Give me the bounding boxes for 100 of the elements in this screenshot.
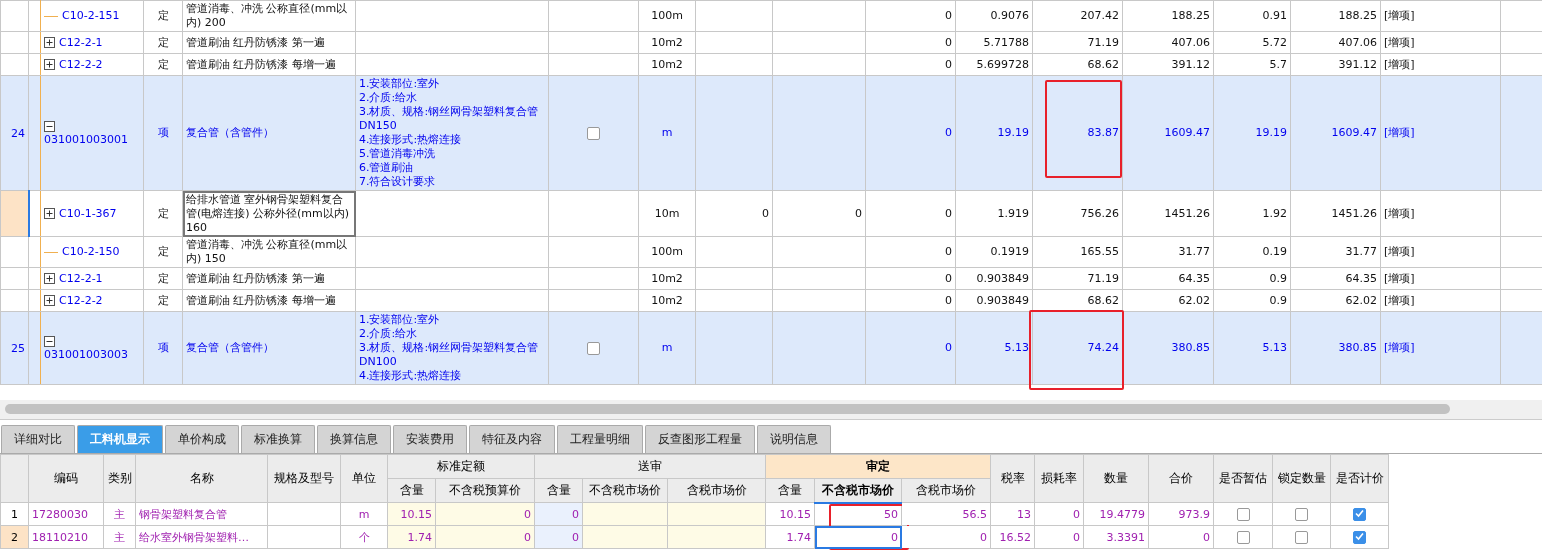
column-header: 含税市场价 <box>901 478 991 503</box>
scrollbar-thumb[interactable] <box>5 404 1450 414</box>
item-name: 管道刷油 红丹防锈漆 第一遍 <box>186 271 325 285</box>
unit-text: 10m2 <box>651 35 683 49</box>
column-header: 编码 <box>28 454 104 503</box>
column-group-header: 审定 <box>765 454 991 479</box>
item-name: 管道消毒、冲洗 公称直径(mm以内) 200 <box>186 2 348 29</box>
unit-text: 10m2 <box>651 293 683 307</box>
feature-line: 1.安装部位:室外 <box>359 313 441 327</box>
checkbox[interactable] <box>1295 530 1309 544</box>
numeric-value: 5.72 <box>1262 35 1287 49</box>
expand-button[interactable] <box>44 37 55 48</box>
column-header: 含税市场价 <box>667 478 766 503</box>
feature-line: 2.介质:给水 <box>359 91 419 105</box>
note-tag: [增项] <box>1384 35 1415 49</box>
row-number: 25 <box>11 341 25 355</box>
feature-line: 5.管道消毒冲洗 <box>359 147 437 161</box>
cell-text: 0 <box>524 530 531 544</box>
checkbox[interactable] <box>1353 507 1367 521</box>
row-number: 1 <box>11 507 18 521</box>
numeric-value: 0 <box>945 35 952 49</box>
column-header: 是否计价 <box>1330 454 1389 503</box>
checkbox[interactable] <box>587 126 600 140</box>
tab[interactable]: 工程量明细 <box>557 425 643 453</box>
collapse-button[interactable] <box>44 335 55 347</box>
unit-text: 10m2 <box>651 271 683 285</box>
tab[interactable]: 反查图形工程量 <box>645 425 755 453</box>
row-type: 定 <box>157 206 169 220</box>
checkbox[interactable] <box>587 341 600 355</box>
collapse-button[interactable] <box>44 120 55 132</box>
tab[interactable]: 详细对比 <box>1 425 75 453</box>
numeric-value: 74.24 <box>1087 341 1119 354</box>
cell-text: m <box>358 507 370 521</box>
expand-button[interactable] <box>44 295 55 306</box>
column-header: 损耗率 <box>1034 454 1084 503</box>
column-header: 名称 <box>135 454 268 503</box>
numeric-value: 0.91 <box>1262 9 1287 22</box>
cell-text: 0 <box>524 507 531 521</box>
cell-text: 1.74 <box>407 530 432 544</box>
cell-text: 10.15 <box>779 507 812 521</box>
numeric-value: 0 <box>945 206 952 220</box>
tab[interactable]: 特征及内容 <box>469 425 555 453</box>
note-tag: [增项] <box>1384 9 1415 22</box>
numeric-value: 0 <box>945 293 952 307</box>
numeric-value: 0 <box>945 245 952 258</box>
expand-button[interactable] <box>44 273 55 284</box>
cell-text: 19.4779 <box>1099 507 1146 521</box>
feature-line: 3.材质、规格:钢丝网骨架塑料复合管DN100 <box>359 341 540 369</box>
tab[interactable]: 安装费用 <box>393 425 467 453</box>
numeric-value: 391.12 <box>1171 57 1210 71</box>
tab[interactable]: 标准换算 <box>241 425 315 453</box>
numeric-value: 31.77 <box>1345 245 1377 258</box>
column-header: 合价 <box>1148 454 1214 503</box>
tab[interactable]: 单价构成 <box>165 425 239 453</box>
item-name: 给排水管道 室外钢骨架塑料复合管(电熔连接) 公称外径(mm以内) 160 <box>186 192 350 234</box>
cell-text: 56.5 <box>962 507 988 521</box>
expand-button[interactable] <box>44 59 55 70</box>
numeric-value: 0.19 <box>1262 245 1287 258</box>
cell-text: 16.52 <box>999 530 1032 544</box>
numeric-value: 64.35 <box>1178 271 1210 285</box>
checkbox[interactable] <box>1295 507 1309 521</box>
cell-text: 个 <box>358 530 370 544</box>
row-type: 定 <box>157 35 169 49</box>
numeric-value: 165.55 <box>1080 245 1119 258</box>
numeric-value: 380.85 <box>1171 341 1210 354</box>
row-number: 2 <box>11 530 18 544</box>
numeric-value: 1.919 <box>997 206 1029 220</box>
item-code[interactable]: 031001003001 <box>44 133 128 146</box>
numeric-value: 71.19 <box>1087 35 1119 49</box>
row-type: 定 <box>157 271 169 285</box>
unit-text: m <box>661 341 673 354</box>
numeric-value: 0 <box>945 341 952 354</box>
feature-line: 2.介质:给水 <box>359 327 419 341</box>
item-name: 管道消毒、冲洗 公称直径(mm以内) 150 <box>186 238 348 265</box>
unit-text: m <box>661 126 673 139</box>
numeric-value: 0 <box>945 271 952 285</box>
numeric-value: 0 <box>855 206 862 220</box>
expand-button[interactable] <box>44 208 55 219</box>
row-type: 定 <box>157 9 169 22</box>
feature-line: 3.材质、规格:钢丝网骨架塑料复合管DN150 <box>359 105 540 133</box>
cell-text: 0 <box>1073 530 1081 544</box>
numeric-value: 0 <box>945 9 952 22</box>
checkbox[interactable] <box>1236 507 1250 521</box>
cell-text: 钢骨架塑料复合管 <box>139 507 227 521</box>
tab[interactable]: 换算信息 <box>317 425 391 453</box>
numeric-value: 1609.47 <box>1331 126 1377 139</box>
numeric-value: 5.699728 <box>976 57 1029 71</box>
checkbox[interactable] <box>1236 530 1250 544</box>
note-tag: [增项] <box>1384 206 1415 220</box>
item-name: 复合管（含管件） <box>186 126 274 139</box>
checkbox[interactable] <box>1353 530 1367 544</box>
feature-line: 4.连接形式:热熔连接 <box>359 369 463 383</box>
item-name: 复合管（含管件） <box>186 341 274 354</box>
note-tag: [增项] <box>1384 245 1415 258</box>
tab[interactable]: 说明信息 <box>757 425 831 453</box>
item-code[interactable]: C10-1-367 <box>59 206 117 220</box>
item-code[interactable]: 031001003003 <box>44 348 128 361</box>
numeric-value: 19.19 <box>1255 126 1287 139</box>
cell-text: 0 <box>891 530 899 544</box>
column-header: 单位 <box>340 454 388 503</box>
